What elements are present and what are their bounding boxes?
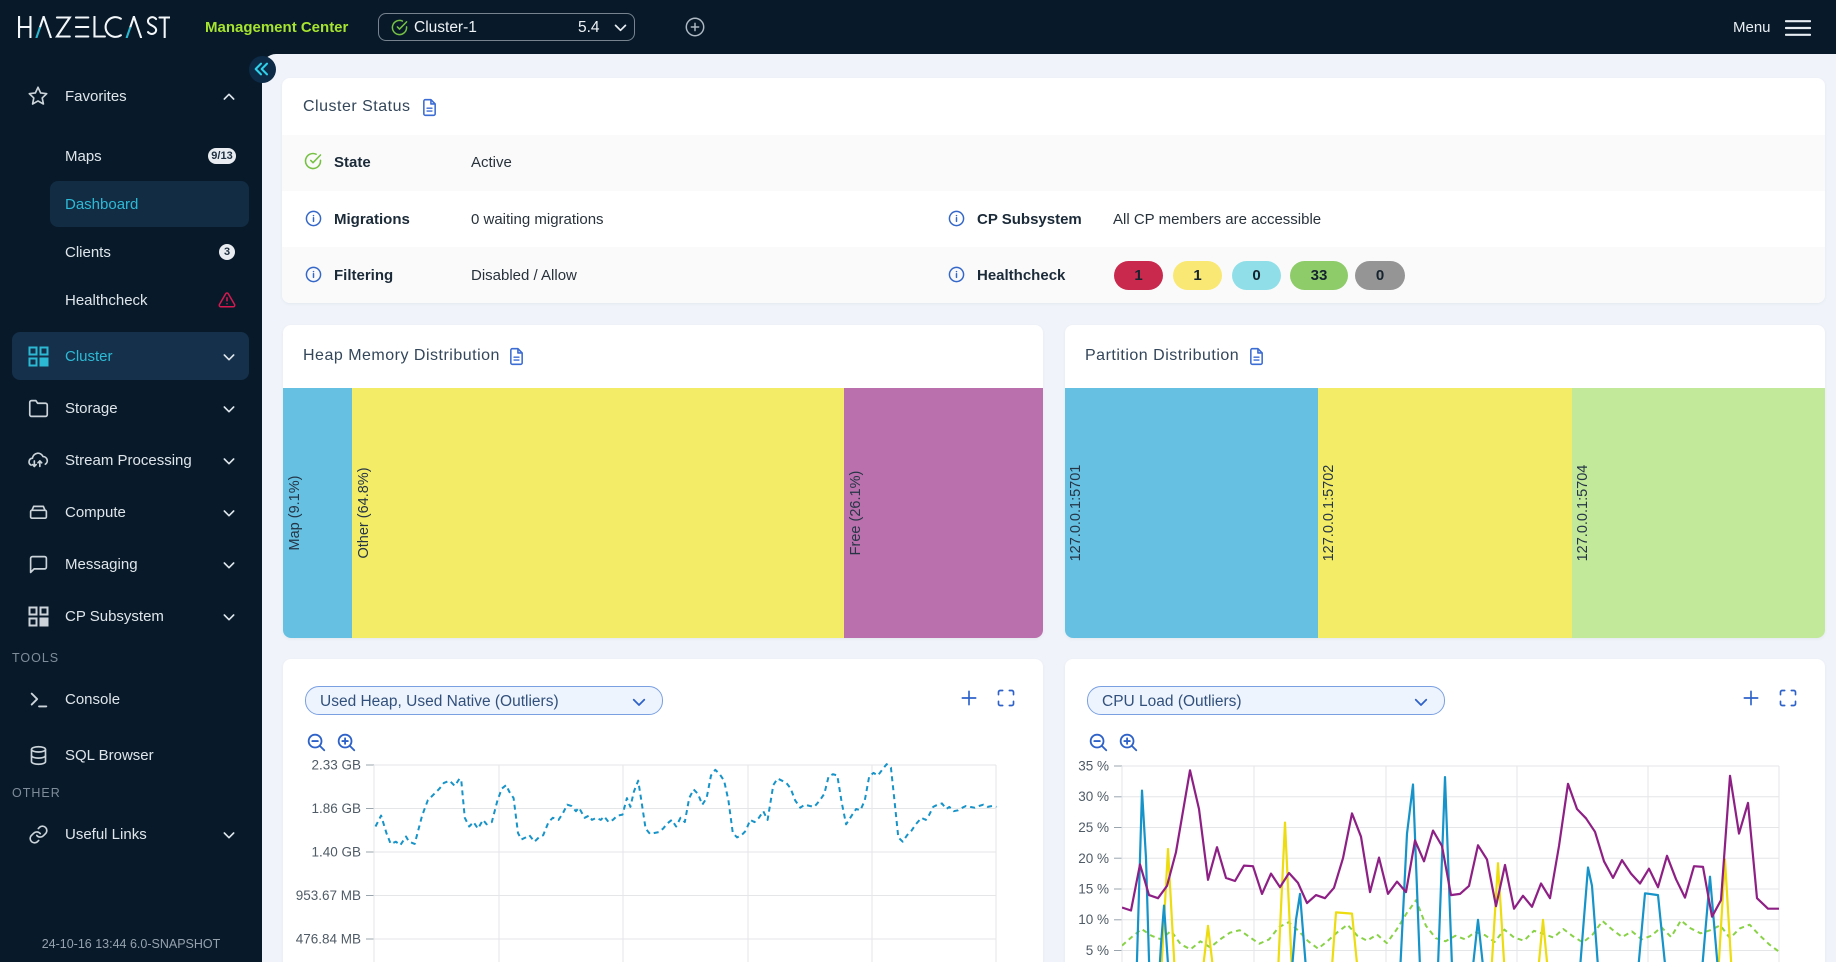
svg-text:1.40 GB: 1.40 GB: [311, 845, 361, 860]
svg-text:25 %: 25 %: [1078, 820, 1109, 835]
svg-text:15 %: 15 %: [1078, 882, 1109, 897]
svg-text:35 %: 35 %: [1078, 759, 1109, 774]
svg-text:20 %: 20 %: [1078, 851, 1109, 866]
svg-text:2.33 GB: 2.33 GB: [311, 758, 361, 773]
svg-text:476.84 MB: 476.84 MB: [296, 932, 361, 947]
svg-text:1.86 GB: 1.86 GB: [311, 801, 361, 816]
svg-text:5 %: 5 %: [1086, 943, 1109, 958]
svg-text:953.67 MB: 953.67 MB: [296, 888, 361, 903]
svg-text:10 %: 10 %: [1078, 912, 1109, 927]
svg-text:30 %: 30 %: [1078, 789, 1109, 804]
